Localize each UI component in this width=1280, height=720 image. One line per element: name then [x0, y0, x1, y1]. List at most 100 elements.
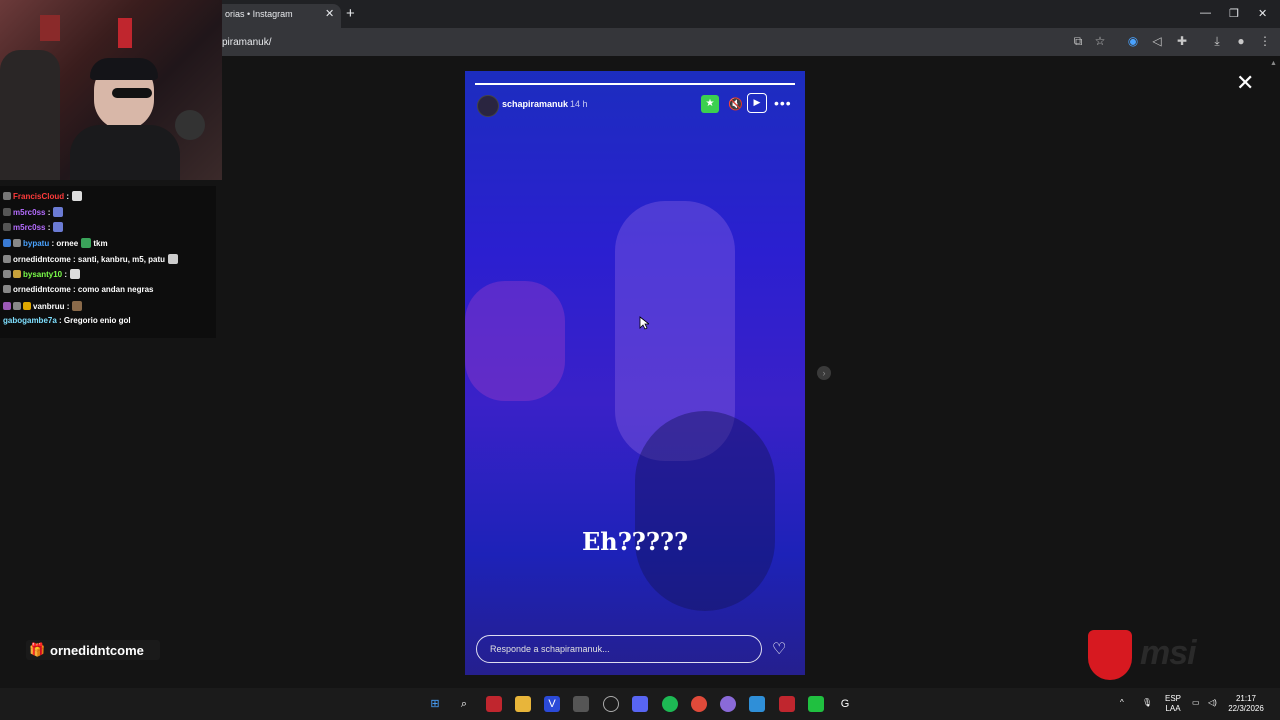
- store-icon[interactable]: [573, 696, 589, 712]
- chat-message: m5rc0ss :: [3, 207, 64, 217]
- audio-active-icon[interactable]: ◉: [1126, 34, 1140, 48]
- badge-icon: [3, 223, 11, 231]
- clock[interactable]: 21:17 22/3/2026: [1226, 694, 1266, 714]
- chat-text: :: [64, 270, 68, 279]
- new-tab-button[interactable]: +: [346, 5, 355, 22]
- menu-kebab-icon[interactable]: ⋮: [1258, 34, 1272, 48]
- chat-text: : como andan negras: [73, 285, 154, 294]
- next-story-icon[interactable]: ›: [817, 366, 831, 380]
- streamer-shirt: [70, 125, 180, 180]
- lang-bottom: LAA: [1165, 704, 1181, 713]
- wall-poster: [40, 15, 60, 41]
- close-story-icon[interactable]: ✕: [1236, 70, 1254, 96]
- chat-username: bysanty10: [23, 270, 63, 279]
- mouse-cursor-icon: [639, 316, 649, 330]
- emote-icon: [81, 238, 92, 248]
- lang-top: ESP: [1164, 694, 1181, 703]
- streamer-hair: [90, 58, 158, 80]
- story-caption: Eh?????: [581, 527, 689, 556]
- tab-close-icon[interactable]: ✕: [325, 7, 334, 20]
- chat-text: :: [66, 302, 70, 311]
- search-icon[interactable]: ⌕: [456, 696, 472, 712]
- chat-text: : Gregorio enio gol: [59, 316, 131, 325]
- like-heart-icon[interactable]: ♡: [772, 639, 786, 659]
- chat-username: ornedidntcome: [13, 255, 71, 264]
- emote-icon: [72, 301, 83, 311]
- url-field[interactable]: piramanuk/: [222, 37, 271, 48]
- window-close-icon[interactable]: ✕: [1258, 7, 1267, 20]
- chat-username: gabogambe7a: [3, 316, 57, 325]
- badge-icon: [3, 255, 11, 263]
- discord-icon[interactable]: [632, 696, 648, 712]
- gift-icon: 🎁: [29, 642, 46, 657]
- app-icon-voicemeeter[interactable]: [779, 696, 795, 712]
- reply-placeholder: Responde a schapiramanuk...: [490, 644, 610, 654]
- sub-alert: 🎁 ornedidntcome: [26, 640, 160, 660]
- story-light: [465, 281, 565, 401]
- language-indicator[interactable]: ESP LAA: [1163, 694, 1183, 714]
- extensions-icon[interactable]: ✚: [1175, 34, 1189, 48]
- app-icon-blue[interactable]: [749, 696, 765, 712]
- story-progress-bar: [475, 83, 795, 85]
- spotify-icon[interactable]: [662, 696, 678, 712]
- chat-text: : ornee: [51, 239, 79, 248]
- chat-message: bypatu : ornee tkm: [3, 238, 108, 248]
- microphone: [175, 110, 205, 140]
- windows-taskbar: ⊞ ⌕ V G ^ 🎙 ESP LAA ▭ ◁) 21:17 22/3/2026: [0, 688, 1280, 720]
- cast-icon[interactable]: ⧉: [1071, 34, 1085, 48]
- tray-chevron-icon[interactable]: ^: [1120, 698, 1124, 708]
- restore-icon[interactable]: ❐: [1229, 7, 1239, 20]
- wall-poster-2: [118, 18, 132, 48]
- start-icon[interactable]: ⊞: [427, 696, 443, 712]
- stream-chat: FrancisCloud : m5rc0ss : m5rc0ss : bypat…: [0, 186, 216, 338]
- chat-message: FrancisCloud :: [3, 191, 83, 201]
- close-friends-star-icon[interactable]: ★: [701, 95, 719, 113]
- emote-icon: [53, 222, 64, 232]
- app-icon-red[interactable]: [486, 696, 502, 712]
- app-icon-ring[interactable]: [603, 696, 619, 712]
- avatar[interactable]: [477, 95, 499, 117]
- bookmark-star-icon[interactable]: ☆: [1093, 34, 1107, 48]
- chat-message: m5rc0ss :: [3, 222, 64, 232]
- more-options-icon[interactable]: •••: [774, 95, 792, 111]
- app-icon-g[interactable]: G: [837, 696, 853, 712]
- story-time: 14 h: [570, 99, 588, 109]
- app-icon-green[interactable]: [808, 696, 824, 712]
- badge-icon: [13, 270, 21, 278]
- badge-icon: [3, 192, 11, 200]
- app-icon-v[interactable]: V: [544, 696, 560, 712]
- story-viewer[interactable]: schapiramanuk 14 h ★ 🔇 ▶ ••• Eh????? Res…: [465, 71, 805, 675]
- badge-icon: [3, 270, 11, 278]
- minimize-icon[interactable]: —: [1200, 7, 1211, 19]
- profile-icon[interactable]: ●: [1234, 34, 1248, 48]
- emote-icon: [72, 191, 83, 201]
- app-icon-shell[interactable]: [720, 696, 736, 712]
- tab-title: orias • Instagram: [225, 9, 293, 19]
- chat-text: :: [66, 192, 70, 201]
- badge-icon: [13, 239, 21, 247]
- play-icon[interactable]: ▶: [747, 93, 767, 113]
- chat-text: : santi, kanbru, m5, patu: [73, 255, 166, 264]
- chat-text: :: [47, 208, 51, 217]
- chat-message: ornedidntcome : santi, kanbru, m5, patu: [3, 254, 179, 264]
- browser-tab[interactable]: orias • Instagram ✕: [215, 4, 341, 28]
- mic-icon[interactable]: 🎙: [1142, 698, 1152, 708]
- story-username[interactable]: schapiramanuk: [502, 99, 568, 109]
- chat-text: :: [47, 223, 51, 232]
- badge-icon: [3, 285, 11, 293]
- emote-icon: [70, 269, 81, 279]
- network-icon[interactable]: ▭: [1192, 698, 1200, 708]
- msi-dragon-logo: [1088, 630, 1132, 680]
- download-icon[interactable]: ⤓: [1210, 34, 1224, 48]
- emote-icon: [53, 207, 64, 217]
- story-progress-fill: [475, 83, 795, 85]
- chat-message: vanbruu :: [3, 301, 83, 311]
- file-explorer-icon[interactable]: [515, 696, 531, 712]
- chrome-icon[interactable]: [691, 696, 707, 712]
- mute-icon[interactable]: 🔇: [728, 97, 743, 111]
- chat-username: bypatu: [23, 239, 50, 248]
- reply-input[interactable]: Responde a schapiramanuk...: [476, 635, 762, 663]
- speaker-icon[interactable]: ◁): [1208, 698, 1217, 708]
- scroll-up-icon[interactable]: ▲: [1270, 60, 1280, 70]
- volume-icon[interactable]: ◁: [1150, 34, 1164, 48]
